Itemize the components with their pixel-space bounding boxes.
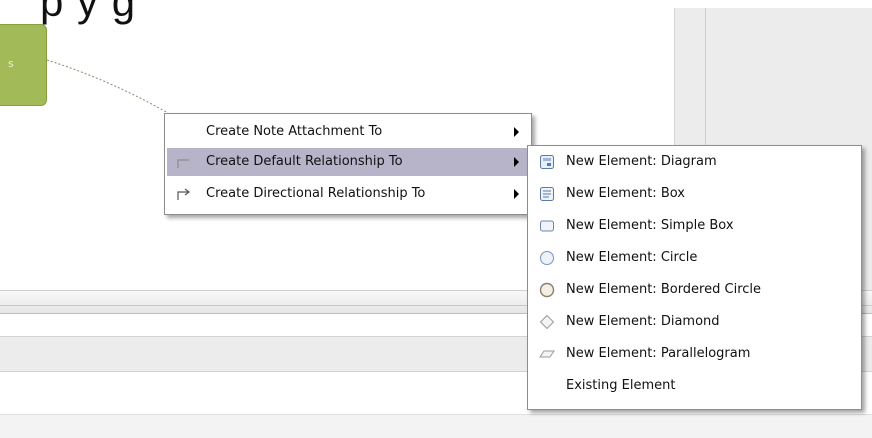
directional-relationship-icon <box>177 188 190 200</box>
submenu-item-label: New Element: Circle <box>566 250 698 265</box>
context-menu: Create Note Attachment To Create Default… <box>164 113 532 215</box>
submenu-arrow-icon <box>514 189 519 199</box>
submenu-item-parallelogram[interactable]: New Element: Parallelogram <box>530 340 859 368</box>
submenu-item-label: New Element: Bordered Circle <box>566 282 762 297</box>
submenu-item-simple-box[interactable]: New Element: Simple Box <box>530 212 859 240</box>
menu-item-create-note-attachment[interactable]: Create Note Attachment To <box>167 118 529 146</box>
diagram-icon <box>540 155 554 169</box>
menu-item-label: Create Note Attachment To <box>206 124 383 139</box>
diamond-icon <box>539 314 555 330</box>
diagram-node-label: s <box>8 57 14 70</box>
submenu-item-label: New Element: Simple Box <box>566 218 734 233</box>
submenu-item-diagram[interactable]: New Element: Diagram <box>530 148 859 176</box>
diagram-node[interactable]: s <box>0 24 47 106</box>
submenu-item-label: New Element: Parallelogram <box>566 346 751 361</box>
submenu-item-label: New Element: Diagram <box>566 154 717 169</box>
simple-box-icon <box>540 220 554 232</box>
submenu-item-bordered-circle[interactable]: New Element: Bordered Circle <box>530 276 859 304</box>
canvas-title-fragment: p y g <box>40 0 137 25</box>
default-relationship-icon <box>177 159 189 168</box>
submenu-item-label: New Element: Box <box>566 186 685 201</box>
submenu-item-diamond[interactable]: New Element: Diamond <box>530 308 859 336</box>
submenu-arrow-icon <box>514 127 519 137</box>
submenu-item-box[interactable]: New Element: Box <box>530 180 859 208</box>
bordered-circle-icon <box>539 282 555 298</box>
circle-icon <box>540 251 554 265</box>
submenu-item-circle[interactable]: New Element: Circle <box>530 244 859 272</box>
submenu-item-label: Existing Element <box>566 378 676 393</box>
box-icon <box>540 187 554 201</box>
new-element-submenu: New Element: Diagram New Element: Box Ne… <box>527 145 862 410</box>
menu-item-label: Create Default Relationship To <box>206 154 403 169</box>
submenu-item-existing-element[interactable]: Existing Element <box>530 372 859 400</box>
menu-item-create-default-relationship[interactable]: Create Default Relationship To <box>167 148 529 176</box>
menu-item-create-directional-relationship[interactable]: Create Directional Relationship To <box>167 180 529 208</box>
editor-window: p y g s Create Note Attachment To Create… <box>0 0 872 438</box>
bottom-panel <box>0 414 872 438</box>
submenu-item-label: New Element: Diamond <box>566 314 720 329</box>
submenu-arrow-icon <box>514 157 519 167</box>
parallelogram-icon <box>539 350 555 358</box>
menu-item-label: Create Directional Relationship To <box>206 186 426 201</box>
